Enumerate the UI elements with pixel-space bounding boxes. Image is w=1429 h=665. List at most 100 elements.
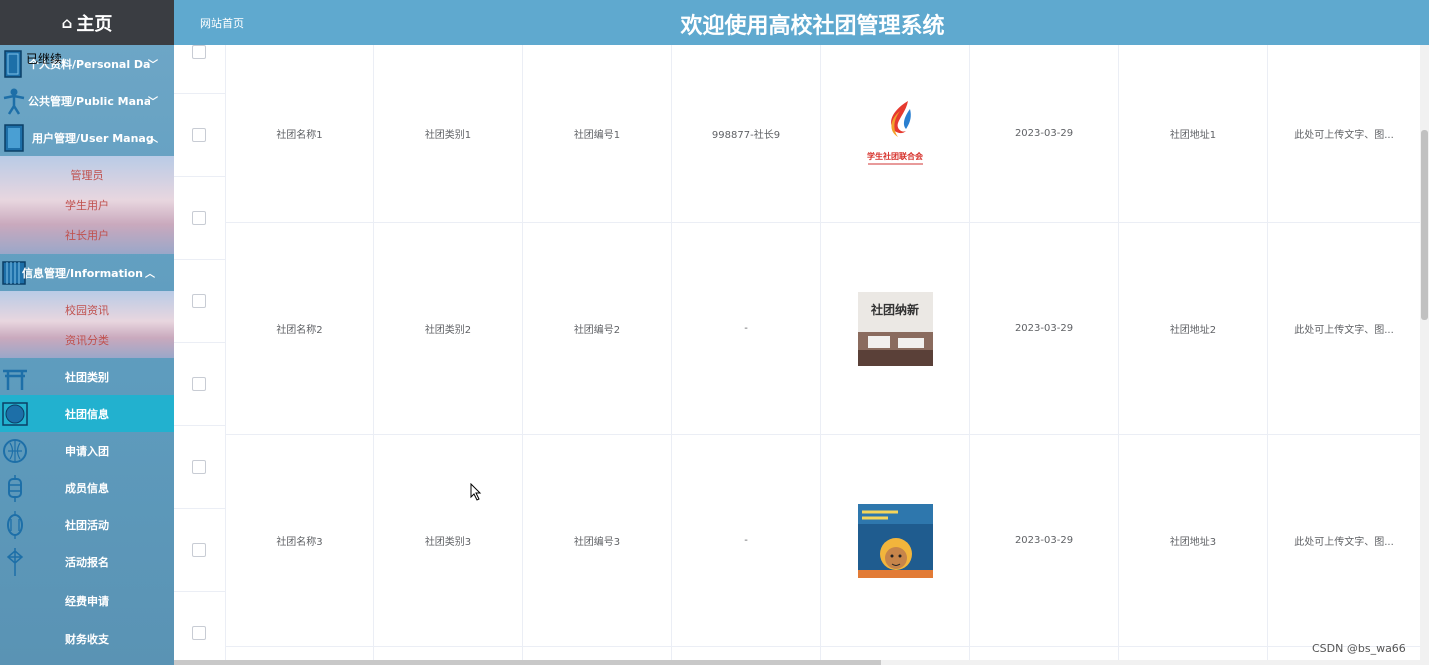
cell-name: 社团名称2: [226, 223, 374, 434]
divider: [174, 342, 226, 343]
table-row[interactable]: 社团名称2 社团类别2 社团编号2 - 社团纳新 2023-03-29 社团地址…: [226, 223, 1420, 435]
sidebar-item-leader-user[interactable]: 社长用户: [0, 220, 174, 250]
row-checkbox[interactable]: [192, 211, 206, 225]
door-icon: [4, 123, 24, 152]
cell-description: 此处可上传文字、图...: [1294, 537, 1394, 548]
scrollbar-thumb[interactable]: [174, 660, 881, 665]
sidebar-item-apply-join[interactable]: 申请入团: [0, 432, 174, 469]
data-table: 社团名称1 社团类别1 社团编号1 998877-社长9 学生社团联合会 202…: [174, 45, 1420, 665]
table-row[interactable]: 社团名称3 社团类别3 社团编号3 - 2023-03-29 社团地址3 此处可…: [226, 435, 1420, 647]
cell-address: 社团地址2: [1119, 223, 1268, 434]
chevron-down-icon: ﹀: [148, 97, 158, 108]
cell-leader: 998877-社长9: [672, 45, 821, 222]
app-window: ⌂ 主页 个人资料/Personal Data ﹀ 已继续 公共管理/Publi…: [0, 0, 1429, 665]
divider: [174, 425, 226, 426]
torii-gate-icon: [3, 369, 27, 390]
sidebar-item-label: 社团活动: [65, 518, 109, 532]
row-checkbox[interactable]: [192, 460, 206, 474]
sidebar-item-label: 申请入团: [65, 444, 109, 458]
menu-group-user-manage[interactable]: 用户管理/User Manage ︿: [0, 119, 174, 156]
sidebar-item-label: 成员信息: [65, 481, 109, 495]
sidebar-item-label: 社团类别: [65, 370, 109, 384]
submenu-user-manage: 管理员 学生用户 社长用户: [0, 156, 174, 254]
cell-date: 2023-03-29: [970, 223, 1119, 434]
menu-group-label: 用户管理/User Manage: [32, 131, 154, 145]
logo-text: 学生社团联合会: [867, 151, 923, 161]
figure-icon: [3, 88, 25, 115]
submenu-information-manage: 校园资讯 资讯分类: [0, 291, 174, 358]
page-title: 欢迎使用高校社团管理系统: [680, 14, 945, 39]
row-checkbox[interactable]: [192, 543, 206, 557]
sidebar-item-news-category[interactable]: 资讯分类: [0, 325, 174, 355]
home-label: 主页: [76, 13, 113, 35]
sidebar-item-student-user[interactable]: 学生用户: [0, 190, 174, 220]
chinese-knot-icon: [6, 547, 24, 576]
sidebar-item-activity-signup[interactable]: 活动报名: [0, 543, 174, 580]
cell-image: [821, 435, 970, 646]
divider: [174, 591, 226, 592]
sidebar-item-label: 财务收支: [65, 632, 109, 646]
cell-number: 社团编号3: [523, 435, 672, 646]
poster-illustration: [857, 503, 933, 578]
cell-name: 社团名称1: [226, 45, 374, 222]
lantern-icon: [7, 510, 23, 539]
cell-description: 此处可上传文字、图...: [1294, 130, 1394, 141]
photo-text: 社团纳新: [869, 302, 918, 317]
table-body: 社团名称1 社团类别1 社团编号1 998877-社长9 学生社团联合会 202…: [226, 45, 1420, 665]
cell-category: 社团类别3: [374, 435, 523, 646]
circle-frame-icon: [2, 401, 28, 426]
divider: [174, 508, 226, 509]
overlay-tooltip: 已继续: [26, 52, 63, 66]
cell-leader: -: [672, 435, 821, 646]
sidebar-item-campus-news[interactable]: 校园资讯: [0, 295, 174, 325]
sidebar-item-member-info[interactable]: 成员信息: [0, 469, 174, 506]
chevron-up-icon: ︿: [148, 134, 158, 145]
cell-image: 学生社团联合会: [821, 45, 970, 222]
table-row[interactable]: 社团名称1 社团类别1 社团编号1 998877-社长9 学生社团联合会 202…: [226, 45, 1420, 223]
cell-address: 社团地址1: [1119, 45, 1268, 222]
cell-leader: -: [672, 223, 821, 434]
row-checkbox[interactable]: [192, 294, 206, 308]
sidebar-item-admin[interactable]: 管理员: [0, 160, 174, 190]
sidebar-item-club-category[interactable]: 社团类别: [0, 358, 174, 395]
row-checkbox[interactable]: [192, 45, 206, 59]
scrollbar-thumb[interactable]: [1421, 130, 1428, 320]
student-union-logo: 学生社团联合会: [857, 96, 933, 171]
divider: [174, 93, 226, 94]
sidebar-item-club-activity[interactable]: 社团活动: [0, 506, 174, 543]
sidebar-item-funding-apply[interactable]: 经费申请: [0, 582, 174, 619]
menu-group-public-manage[interactable]: 公共管理/Public Manage ﹀: [0, 82, 174, 119]
home-icon: ⌂: [61, 13, 73, 32]
cell-category: 社团类别1: [374, 45, 523, 222]
sidebar-item-club-info[interactable]: 社团信息: [0, 395, 174, 432]
menu-group-information-manage[interactable]: 信息管理/Information M... ︿: [0, 254, 174, 291]
mouse-cursor-icon: [470, 483, 482, 501]
checkbox-column: [174, 45, 226, 665]
divider: [174, 259, 226, 260]
cell-number: 社团编号2: [523, 223, 672, 434]
row-checkbox[interactable]: [192, 626, 206, 640]
sidebar-item-label: 活动报名: [65, 555, 109, 569]
menu-group-label: 信息管理/Information M...: [22, 266, 144, 280]
top-header: 网站首页 欢迎使用高校社团管理系统: [174, 0, 1429, 45]
row-checkbox[interactable]: [192, 377, 206, 391]
menu-group-label: 公共管理/Public Manage: [28, 94, 150, 108]
recruitment-photo: 社团纳新: [857, 291, 933, 366]
sidebar-item-label: 经费申请: [65, 594, 109, 608]
cell-name: 社团名称3: [226, 435, 374, 646]
cell-category: 社团类别2: [374, 223, 523, 434]
lantern-icon: [8, 474, 22, 502]
watermark: CSDN @bs_wa66: [1312, 642, 1406, 655]
home-button[interactable]: ⌂ 主页: [0, 0, 174, 45]
cell-date: 2023-03-29: [970, 435, 1119, 646]
vertical-scrollbar[interactable]: [1420, 45, 1429, 665]
sidebar-item-finance[interactable]: 财务收支: [0, 620, 174, 657]
cell-address: 社团地址3: [1119, 435, 1268, 646]
horizontal-scrollbar[interactable]: [174, 660, 1420, 665]
chevron-up-icon: ︿: [145, 269, 155, 280]
row-checkbox[interactable]: [192, 128, 206, 142]
divider: [174, 176, 226, 177]
lantern-icon: [3, 438, 27, 463]
chevron-down-icon: ﹀: [148, 60, 158, 71]
cell-description: 此处可上传文字、图...: [1294, 325, 1394, 336]
